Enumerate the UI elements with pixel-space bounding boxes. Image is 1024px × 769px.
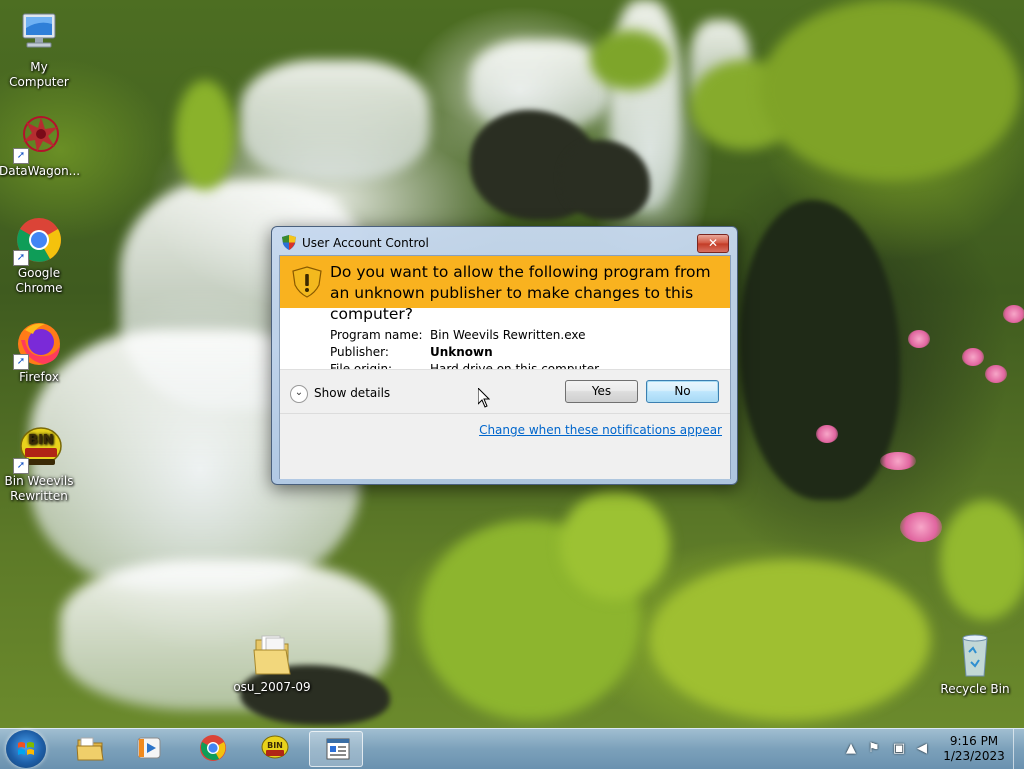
desktop-icon-label: DataWagon... <box>0 164 81 178</box>
program-name-row: Program name: Bin Weevils Rewritten.exe <box>330 328 599 345</box>
uac-content: Do you want to allow the following progr… <box>279 255 731 479</box>
uac-question: Do you want to allow the following progr… <box>330 263 711 323</box>
recycle-bin-icon <box>951 632 999 680</box>
shortcut-arrow-icon: ➚ <box>13 250 29 266</box>
taskbar-item-chrome[interactable] <box>185 731 239 767</box>
desktop-icon-osu-folder[interactable]: osu_2007-09 <box>232 630 312 695</box>
taskbar-item-explorer[interactable] <box>62 731 116 767</box>
desktop-icon-label: Bin Weevils Rewritten <box>4 474 74 503</box>
desktop-icon-label: Recycle Bin <box>940 682 1010 696</box>
folder-icon <box>248 630 296 678</box>
volume-icon[interactable]: ◀ <box>914 741 930 757</box>
uac-dialog: User Account Control ✕ Do you want to al… <box>271 226 738 485</box>
svg-text:BIN: BIN <box>267 741 283 750</box>
taskbar: BIN ▲ ⚑ ▣ ◀ 9:16 PM 1/23/2023 <box>0 728 1024 769</box>
desktop-icon-label: Firefox <box>19 370 59 384</box>
publisher-row: Publisher: Unknown <box>330 345 599 362</box>
start-button[interactable] <box>6 730 46 768</box>
mouse-cursor-icon <box>477 386 491 408</box>
taskbar-item-media-player[interactable] <box>121 731 175 767</box>
yes-button[interactable]: Yes <box>565 380 638 403</box>
chevron-down-icon: ⌄ <box>290 384 308 403</box>
uac-shield-icon <box>282 235 296 250</box>
action-center-flag-icon[interactable]: ⚑ <box>866 741 882 757</box>
svg-text:BIN: BIN <box>28 433 54 448</box>
media-player-icon <box>135 734 163 762</box>
system-clock[interactable]: 9:16 PM 1/23/2023 <box>934 734 1014 764</box>
desktop-icon-label: Google Chrome <box>15 266 63 295</box>
windows-logo-icon <box>17 740 35 758</box>
show-desktop-button[interactable] <box>1013 729 1024 769</box>
shortcut-arrow-icon: ➚ <box>13 148 29 164</box>
desktop-icon-google-chrome[interactable]: ➚ Google Chrome <box>0 216 79 296</box>
warning-shield-icon <box>292 266 322 298</box>
taskbar-item-uac-window[interactable] <box>309 731 363 767</box>
show-details-toggle[interactable]: ⌄ Show details <box>290 383 390 403</box>
uac-titlebar[interactable]: User Account Control ✕ <box>272 227 737 257</box>
desktop-icon-bin-weevils[interactable]: BIN ➚ Bin Weevils Rewritten <box>0 424 79 504</box>
change-notifications-link[interactable]: Change when these notifications appear <box>479 423 722 437</box>
clock-date: 1/23/2023 <box>943 749 1005 763</box>
publisher-value: Unknown <box>430 345 493 359</box>
no-button[interactable]: No <box>646 380 719 403</box>
desktop-icon-label: osu_2007-09 <box>233 680 311 694</box>
chrome-icon <box>199 734 227 762</box>
shortcut-arrow-icon: ➚ <box>13 458 29 474</box>
bin-weevils-icon: BIN ➚ <box>13 424 63 474</box>
computer-icon <box>15 10 63 58</box>
chrome-icon: ➚ <box>13 216 63 266</box>
close-button[interactable]: ✕ <box>697 234 729 253</box>
desktop-icon-recycle-bin[interactable]: Recycle Bin <box>935 632 1015 697</box>
firefox-icon: ➚ <box>13 320 63 370</box>
taskbar-item-bin-weevils[interactable]: BIN <box>247 731 301 767</box>
clock-time: 9:16 PM <box>949 734 999 748</box>
program-name-label: Program name: <box>330 328 423 342</box>
bin-weevils-icon: BIN <box>261 734 289 762</box>
program-name-value: Bin Weevils Rewritten.exe <box>430 328 586 342</box>
desktop-icon-my-computer[interactable]: My Computer <box>0 10 79 90</box>
windows-explorer-icon <box>76 734 104 762</box>
show-details-label: Show details <box>314 386 391 400</box>
divider <box>280 413 730 414</box>
desktop-icon-firefox[interactable]: ➚ Firefox <box>0 320 79 385</box>
desktop-icon-label: My Computer <box>9 60 69 89</box>
uac-title: User Account Control <box>302 236 429 250</box>
show-hidden-icons-button[interactable]: ▲ <box>843 741 859 757</box>
uac-footer: ⌄ Show details Yes No Change when these n… <box>280 369 730 479</box>
desktop-icon-datawagon[interactable]: ➚ DataWagon... <box>0 114 81 179</box>
network-icon[interactable]: ▣ <box>891 741 907 757</box>
uac-warning-banner: Do you want to allow the following progr… <box>280 256 730 323</box>
uac-window-icon <box>324 735 352 763</box>
datawagon-icon: ➚ <box>13 114 63 164</box>
shortcut-arrow-icon: ➚ <box>13 354 29 370</box>
publisher-label: Publisher: <box>330 345 389 359</box>
